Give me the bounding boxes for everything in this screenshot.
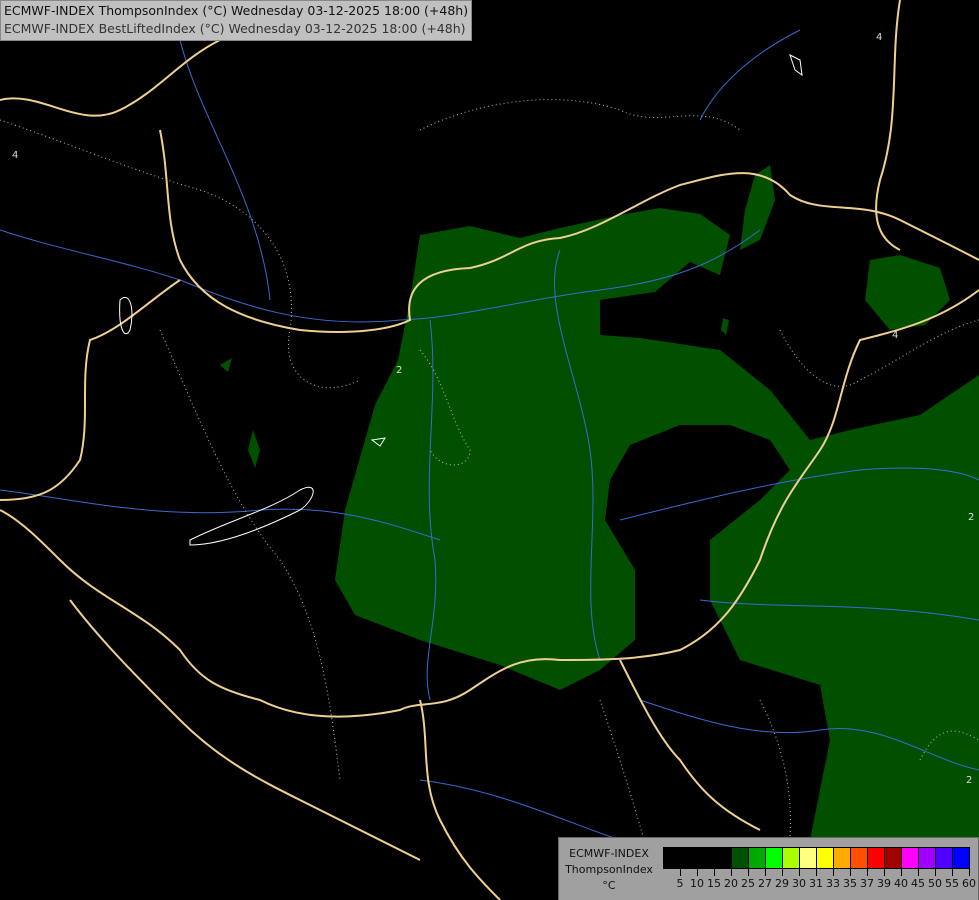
contour-label: 4 <box>876 32 882 43</box>
legend-tick-mark <box>969 869 970 876</box>
legend-tick-mark <box>748 869 749 876</box>
legend-tick-mark <box>918 869 919 876</box>
thompson-index-fill <box>220 165 979 840</box>
index-area-small <box>220 358 232 372</box>
legend-swatch <box>732 848 749 868</box>
legend-tick-label: 5 <box>676 877 684 890</box>
legend-tick-mark <box>765 869 766 876</box>
legend-swatch <box>749 848 766 868</box>
legend-swatch <box>715 848 732 868</box>
legend-swatch <box>936 848 953 868</box>
legend-swatch <box>800 848 817 868</box>
legend-swatch <box>817 848 834 868</box>
contour-label: 2 <box>396 365 402 376</box>
legend-swatch <box>766 848 783 868</box>
legend-tick-mark <box>680 869 681 876</box>
contour-label: 2 <box>966 775 972 786</box>
lake-balaton <box>189 487 314 546</box>
legend-tick-label: 40 <box>894 877 908 890</box>
legend-tick-mark <box>935 869 936 876</box>
legend-unit: °C <box>602 879 616 892</box>
legend-tick-mark <box>799 869 800 876</box>
legend-tick-mark <box>782 869 783 876</box>
legend-tick-label: 39 <box>877 877 891 890</box>
legend-tick-mark <box>952 869 953 876</box>
contour-label: 4 <box>892 330 898 341</box>
legend-swatch <box>834 848 851 868</box>
legend-tick-mark <box>884 869 885 876</box>
legend-tick-mark <box>697 869 698 876</box>
legend-tick-label: 60 <box>962 877 976 890</box>
legend-swatch <box>783 848 800 868</box>
legend-swatch <box>681 848 698 868</box>
index-area-small <box>721 318 729 335</box>
legend-swatch <box>919 848 936 868</box>
legend-tick-label: 35 <box>843 877 857 890</box>
legend-tick-label: 31 <box>809 877 823 890</box>
title-thompson-index: ECMWF-INDEX ThompsonIndex (°C) Wednesday… <box>4 3 469 18</box>
title-best-lifted-index: ECMWF-INDEX BestLiftedIndex (°C) Wednesd… <box>4 21 466 36</box>
legend-swatch <box>868 848 885 868</box>
color-legend: ECMWF-INDEX ThompsonIndex °C 5 10 15 20 25 27… <box>558 837 979 900</box>
legend-swatch <box>664 848 681 868</box>
legend-color-bar <box>663 847 970 869</box>
legend-tick-label: 33 <box>826 877 840 890</box>
index-area-northeast <box>865 255 950 330</box>
index-area-north <box>740 165 775 250</box>
legend-tick-mark <box>833 869 834 876</box>
map-title: ECMWF-INDEX ThompsonIndex (°C) Wednesday… <box>0 0 473 41</box>
map-canvas: 4 2 2 4 2 4 <box>0 0 979 900</box>
legend-tick-label: 50 <box>928 877 942 890</box>
legend-swatch <box>851 848 868 868</box>
legend-tick-label: 29 <box>775 877 789 890</box>
contour-label: 4 <box>12 150 18 161</box>
legend-swatch <box>698 848 715 868</box>
legend-tick-label: 45 <box>911 877 925 890</box>
legend-source: ECMWF-INDEX <box>569 847 649 860</box>
legend-tick-label: 20 <box>724 877 738 890</box>
legend-tick-label: 15 <box>707 877 721 890</box>
contour-label: 2 <box>968 512 974 523</box>
legend-tick-mark <box>867 869 868 876</box>
legend-tick-mark <box>850 869 851 876</box>
legend-tick-label: 25 <box>741 877 755 890</box>
legend-tick-mark <box>816 869 817 876</box>
legend-swatch <box>885 848 902 868</box>
legend-tick-label: 30 <box>792 877 806 890</box>
legend-tick-label: 55 <box>945 877 959 890</box>
legend-tick-label: 27 <box>758 877 772 890</box>
legend-tick-mark <box>714 869 715 876</box>
legend-tick-label: 10 <box>690 877 704 890</box>
weather-map: 4 2 2 4 2 4 ECMWF-INDEX ThompsonIndex (°… <box>0 0 979 900</box>
legend-tick-label: 37 <box>860 877 874 890</box>
legend-swatch <box>953 848 969 868</box>
legend-parameter: ThompsonIndex <box>565 863 653 876</box>
legend-tick-mark <box>731 869 732 876</box>
legend-swatch <box>902 848 919 868</box>
legend-tick-mark <box>901 869 902 876</box>
legend-ticks: 5 10 15 20 25 27 29 30 31 33 35 37 39 40 45 50 55 60 <box>663 869 976 899</box>
index-area-small <box>248 430 260 468</box>
